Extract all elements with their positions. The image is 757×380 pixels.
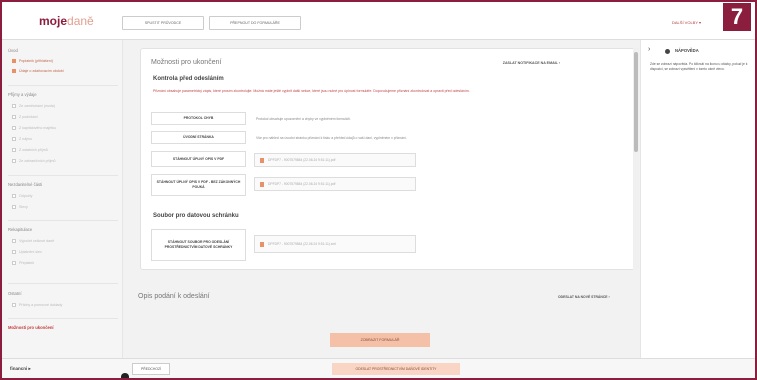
sidebar-item-label: Z ostatních příjmů [19, 148, 48, 152]
checkbox-icon [12, 159, 16, 163]
error-protocol-button[interactable]: PROTOKOL CHYB [151, 112, 246, 125]
checkbox-icon [12, 137, 16, 141]
submission-copy-title: Opis podání k odeslání [138, 293, 210, 300]
help-panel: › NÁPOVĚDA Zde se zobrazí nápověda. Po k… [640, 40, 753, 358]
sidebar-divider [8, 283, 118, 284]
send-on-new-page-link[interactable]: ODESLAT NA NOVÉ STRÁNCE › [558, 295, 610, 299]
sidebar-item-label: Uplatnění slev [19, 250, 42, 254]
help-text: Zde se zobrazí nápověda. Po kliknutí na … [650, 62, 748, 71]
sidebar-item-label: Odpočty [19, 194, 33, 198]
help-icon [665, 49, 670, 54]
download-pdf-no-notes-button[interactable]: STÁHNOUT ÚPLNÝ OPIS V PDF - BEZ ZÁKONNÝC… [151, 174, 246, 196]
sidebar-divider [8, 85, 118, 86]
file-icon [260, 181, 264, 187]
sidebar-item-business[interactable]: Z podnikání [12, 115, 38, 119]
checkbox-icon [12, 261, 16, 265]
submit-via-tax-identity-button[interactable]: ODESLAT PROSTŘEDNICTVÍM DAŇOVÉ IDENTITY [332, 363, 460, 375]
sidebar-section-intro: Úvod [8, 48, 18, 53]
logo-light: daně [67, 14, 94, 28]
sidebar-item-rent[interactable]: Z nájmu [12, 137, 32, 141]
sidebar-item-employment[interactable]: Ze zaměstnání (mzda) [12, 104, 55, 108]
step-badge: 7 [723, 3, 751, 31]
sidebar-item-foreign-income[interactable]: Ze zahraničních příjmů [12, 159, 56, 163]
sidebar-item-capital[interactable]: Z kapitálového majetku [12, 126, 56, 130]
collapse-chevron-icon[interactable]: › [648, 46, 650, 53]
sidebar-item-deductions[interactable]: Odpočty [12, 194, 32, 198]
warning-text: Přiznání obsahuje parametrický zápis, kt… [153, 89, 470, 93]
checkbox-icon [12, 59, 16, 63]
card-scrollbar-thumb[interactable] [634, 52, 638, 152]
footer-bar: financni ▸ PŘEDCHOZÍ ODESLAT PROSTŘEDNIC… [2, 358, 755, 378]
switch-to-form-button[interactable]: PŘEPNOUT DO FORMULÁŘE [209, 16, 301, 30]
logo-bold: moje [39, 14, 68, 28]
xml-file-link[interactable]: DPFDP7 - 9007579884 (22.06.24 9:51:11).x… [254, 235, 416, 253]
checkbox-icon [12, 303, 16, 307]
moje-dane-logo[interactable]: mojedaně [39, 14, 94, 28]
sidebar-divider [8, 220, 118, 221]
more-options-menu[interactable]: DALŠÍ VOLBY ▾ [672, 20, 701, 25]
checkbox-icon [12, 205, 16, 209]
sidebar-divider [8, 175, 118, 176]
sidebar-item-label: Z podnikání [19, 115, 38, 119]
sidebar-section-other: Ostatní [8, 291, 22, 296]
databox-file-heading: Soubor pro datovou schránku [153, 213, 239, 219]
sidebar-section-recap: Rekapitulace [8, 227, 33, 232]
top-bar: mojedaně SPUSTIT PRŮVODCE PŘEPNOUT DO FO… [2, 2, 755, 40]
download-databox-file-button[interactable]: STÁHNOUT SOUBOR PRO ODESLÁNÍ PROSTŘEDNIC… [151, 229, 246, 261]
sidebar-item-label: Poplatník (přihlášení) [19, 59, 53, 63]
pre-submit-check-heading: Kontrola před odesláním [153, 76, 224, 82]
sidebar-item-label: Přeplatek [19, 261, 35, 265]
checkbox-icon [12, 69, 16, 73]
download-pdf-button[interactable]: STÁHNOUT ÚPLNÝ OPIS V PDF [151, 151, 246, 167]
card-title: Možnosti pro ukončení [151, 59, 222, 66]
sidebar-item-discounts[interactable]: Slevy [12, 205, 28, 209]
sidebar-section-income: Příjmy a výdaje [8, 92, 37, 97]
help-title: NÁPOVĚDA [675, 48, 699, 53]
footer-logo[interactable]: financni ▸ [10, 366, 31, 372]
sidebar-item-label: Přílohy a pomocné doklady [19, 303, 63, 307]
intro-page-button[interactable]: ÚVODNÍ STRÁNKA [151, 131, 246, 144]
sidebar-item-total-tax[interactable]: Výpočet celkové daně [12, 239, 54, 243]
sidebar-section-deductions: Nezdanitelné části [8, 182, 43, 187]
sidebar-item-label: Slevy [19, 205, 28, 209]
sidebar-item-label: Ze zahraničních příjmů [19, 159, 56, 163]
checkbox-icon [12, 250, 16, 254]
sidebar-item-label: Výpočet celkové daně [19, 239, 55, 243]
sidebar-item-label: Z nájmu [19, 137, 32, 141]
error-protocol-desc: Protokol obsahuje upozornění a chyby ve … [256, 117, 351, 121]
pdf-file-link[interactable]: DPFDP7 - 9007579884 (22.06.24 9:51:11).p… [254, 153, 416, 167]
sidebar-item-taxpayer[interactable]: Poplatník (přihlášení) [12, 59, 53, 63]
checkbox-icon [12, 126, 16, 130]
sidebar-item-label: Z kapitálového majetku [19, 126, 56, 130]
checkbox-icon [12, 104, 16, 108]
file-name: DPFDP7 - 9007579884 (22.06.24 9:51:11).p… [268, 158, 336, 162]
pdf-no-notes-file-link[interactable]: DPFDP7 - 9007579884 (22.06.24 9:51:11).p… [254, 177, 416, 191]
checkbox-icon [12, 148, 16, 152]
sidebar-item-period[interactable]: Údaje o zdaňovacím období [12, 69, 64, 73]
sidebar: Úvod Poplatník (přihlášení) Údaje o zdaň… [2, 40, 123, 358]
sidebar-item-label: Ze zaměstnání (mzda) [19, 104, 55, 108]
checkbox-icon [12, 239, 16, 243]
finish-options-card: Možnosti pro ukončení ZASLAT NOTIFIKACE … [140, 48, 636, 270]
email-notification-link[interactable]: ZASLAT NOTIFIKACE NA EMAIL › [503, 61, 560, 65]
file-name: DPFDP7 - 9007579884 (22.06.24 9:51:11).x… [268, 242, 336, 246]
checkbox-icon [12, 115, 16, 119]
file-icon [260, 241, 264, 247]
mouse-cursor-icon [121, 373, 129, 380]
show-form-button[interactable]: ZOBRAZIT FORMULÁŘ [330, 333, 430, 347]
intro-page-desc: Vše pro náhled na úvodní stránku přiznán… [256, 136, 407, 140]
sidebar-item-apply-discounts[interactable]: Uplatnění slev [12, 250, 42, 254]
sidebar-item-other-income[interactable]: Z ostatních příjmů [12, 148, 48, 152]
sidebar-divider [8, 318, 118, 319]
previous-button[interactable]: PŘEDCHOZÍ [132, 363, 170, 375]
file-name: DPFDP7 - 9007579884 (22.06.24 9:51:11).p… [268, 182, 336, 186]
checkbox-icon [12, 194, 16, 198]
file-icon [260, 157, 264, 163]
sidebar-item-attachments[interactable]: Přílohy a pomocné doklady [12, 303, 62, 307]
sidebar-item-label: Údaje o zdaňovacím období [19, 69, 64, 73]
sidebar-item-overpayment[interactable]: Přeplatek [12, 261, 34, 265]
sidebar-item-finish-options[interactable]: Možnosti pro ukončení [8, 325, 54, 330]
start-guide-button[interactable]: SPUSTIT PRŮVODCE [122, 16, 204, 30]
